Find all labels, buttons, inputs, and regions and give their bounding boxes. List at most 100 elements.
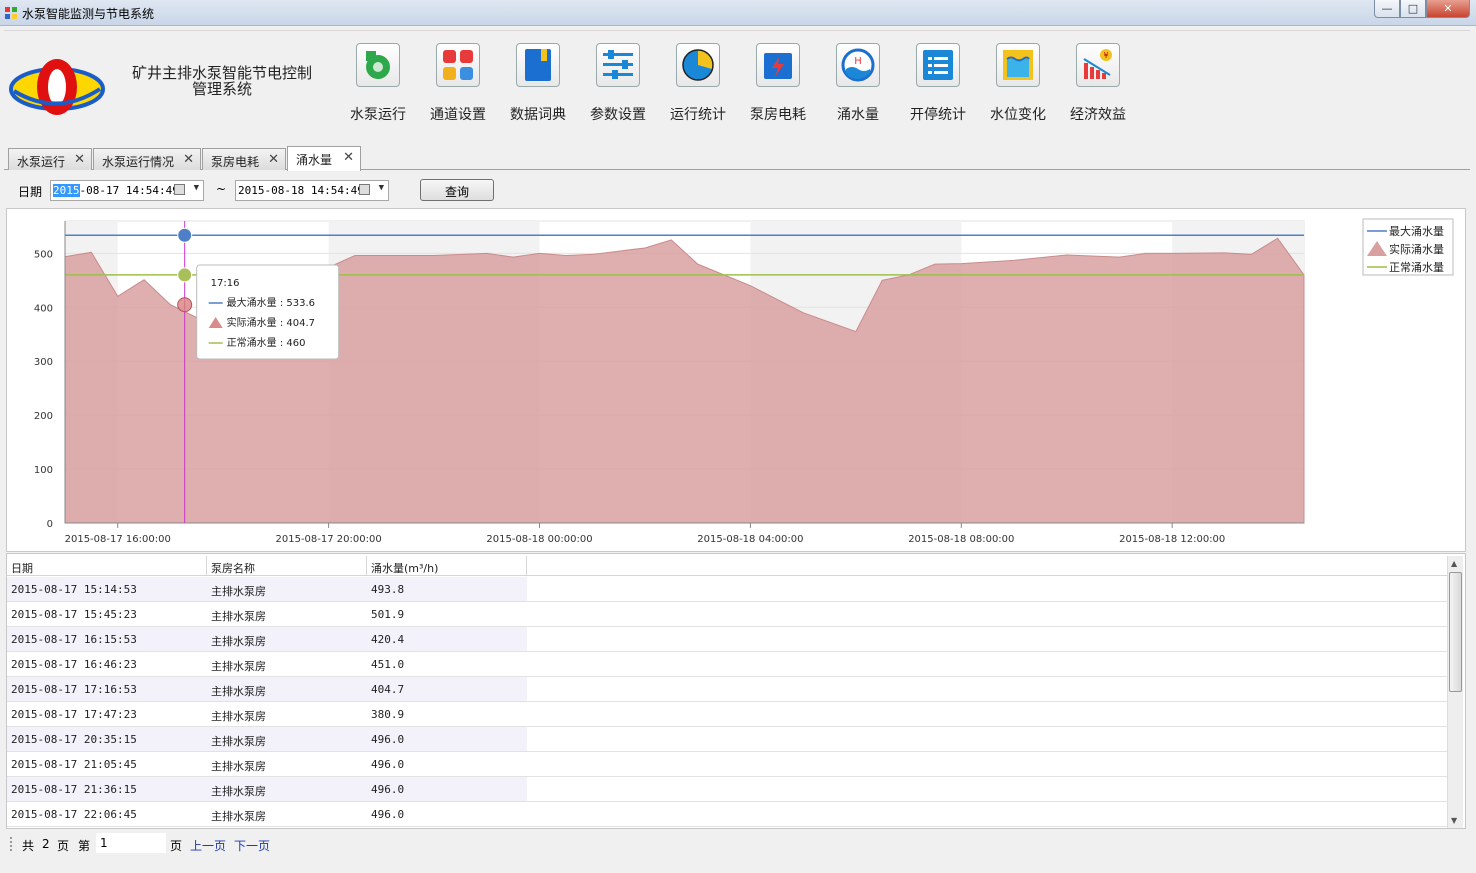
inflow-cell: 380.9: [371, 708, 405, 721]
date-cell: 2015-08-17 17:16:53: [7, 677, 207, 701]
data-grid[interactable]: 日期 泵房名称 涌水量(m³/h) 2015-08-17 15:14:53 主排水…: [6, 553, 1466, 829]
date-label: 日期: [18, 185, 43, 199]
tab-pump-run[interactable]: 水泵运行 ✕: [8, 148, 92, 170]
scroll-down-icon[interactable]: ▼: [1451, 816, 1457, 825]
toolbar-label: 泵房电耗: [750, 107, 806, 123]
table-row[interactable]: 2015-08-17 21:36:15 主排水泵房 496.0: [7, 777, 1447, 802]
sliders-icon: [596, 43, 640, 87]
scrollbar-thumb[interactable]: [1449, 572, 1462, 692]
list-icon: [916, 43, 960, 87]
pump-icon: [356, 43, 400, 87]
table-row[interactable]: 2015-08-17 16:46:23 主排水泵房 451.0: [7, 652, 1447, 677]
legend-label: 最大涌水量: [1389, 224, 1444, 238]
app-icon: [5, 7, 17, 19]
pump-room-cell: 主排水泵房: [207, 577, 367, 601]
table-row[interactable]: 2015-08-17 15:14:53 主排水泵房 493.8: [7, 577, 1447, 602]
toolbar-water-level[interactable]: 水位变化: [980, 41, 1060, 131]
table-row[interactable]: 2015-08-17 17:16:53 主排水泵房 404.7: [7, 677, 1447, 702]
hover-marker-actual: [177, 297, 193, 313]
pump-room-cell: 主排水泵房: [211, 760, 266, 773]
x-tick-label: 2015-08-17 16:00:00: [65, 534, 171, 545]
close-icon[interactable]: ✕: [74, 152, 85, 167]
inflow-cell: 496.0: [367, 727, 527, 751]
close-button[interactable]: ✕: [1426, 0, 1470, 18]
y-tick-label: 400: [34, 303, 53, 314]
close-icon[interactable]: ✕: [343, 150, 354, 165]
prev-page-link[interactable]: 上一页: [190, 837, 226, 854]
toolbar-label: 水泵运行: [350, 107, 406, 123]
calendar-icon[interactable]: [174, 184, 185, 195]
grid-rows: 2015-08-17 15:14:53 主排水泵房 493.8 2015-08-17 …: [7, 577, 1447, 827]
date-cell: 2015-08-17 21:05:45: [11, 758, 137, 771]
table-row[interactable]: 2015-08-17 20:35:15 主排水泵房 496.0: [7, 727, 1447, 752]
start-date-picker[interactable]: 2015-08-17 14:54:49 ▼: [50, 180, 204, 201]
next-page-link[interactable]: 下一页: [234, 837, 270, 854]
toolbar-label: 通道设置: [430, 107, 486, 123]
inflow-cell: 493.8: [367, 577, 527, 601]
inflow-cell: 420.4: [367, 627, 527, 651]
current-page-input[interactable]: 1: [96, 833, 166, 853]
table-row[interactable]: 2015-08-17 17:47:23 主排水泵房 380.9: [7, 702, 1447, 727]
toolbar-start-stop-statistics[interactable]: 开停统计: [900, 41, 980, 131]
toolbar-label: 水位变化: [990, 107, 1046, 123]
table-row[interactable]: 2015-08-17 21:05:45 主排水泵房 496.0: [7, 752, 1447, 777]
toolbar-economic-benefit[interactable]: ¥ 经济效益: [1060, 41, 1140, 131]
toolbar-label: 数据词典: [510, 107, 566, 123]
tab-label: 水泵运行: [17, 155, 66, 169]
inflow-cell: 451.0: [371, 658, 405, 671]
dropdown-arrow-icon[interactable]: ▼: [194, 183, 199, 193]
toolbar-parameter-settings[interactable]: 参数设置: [580, 41, 660, 131]
date-cell: 2015-08-17 16:46:23: [11, 658, 137, 671]
table-row[interactable]: 2015-08-17 16:15:53 主排水泵房 420.4: [7, 627, 1447, 652]
inflow-cell: 496.0: [367, 777, 527, 801]
water-meter-icon: H: [836, 43, 880, 87]
close-icon[interactable]: ✕: [183, 152, 194, 167]
toolbar-data-dictionary[interactable]: 数据词典: [500, 41, 580, 131]
date-range-separator: ~: [216, 182, 227, 196]
column-header-pump-room[interactable]: 泵房名称: [207, 556, 367, 575]
toolbar-label: 涌水量: [837, 107, 879, 123]
legend-label: 正常涌水量: [1389, 261, 1444, 274]
power-icon: [756, 43, 800, 87]
date-cell: 2015-08-17 20:35:15: [7, 727, 207, 751]
dropdown-arrow-icon[interactable]: ▼: [379, 183, 384, 193]
toolbar-channel-settings[interactable]: 通道设置: [420, 41, 500, 131]
pump-room-cell: 主排水泵房: [211, 610, 266, 623]
toolbar-run-statistics[interactable]: 运行统计: [660, 41, 740, 131]
pump-room-cell: 主排水泵房: [207, 727, 367, 751]
pager-page-word: 页: [170, 839, 183, 853]
table-row[interactable]: 2015-08-17 15:45:23 主排水泵房 501.9: [7, 602, 1447, 627]
toolbar-power-consumption[interactable]: 泵房电耗: [740, 41, 820, 131]
water-inflow-chart[interactable]: 0 100 200 300 400 500 2015-08-17 16:00:00 2015-…: [7, 209, 1465, 551]
inflow-cell: 404.7: [367, 677, 527, 701]
minimize-button[interactable]: —: [1374, 0, 1400, 18]
tab-pump-run-status[interactable]: 水泵运行情况 ✕: [93, 148, 201, 170]
query-button[interactable]: 查询: [420, 179, 494, 201]
tab-label: 泵房电耗: [211, 155, 260, 169]
vertical-scrollbar[interactable]: ▲ ▼: [1447, 556, 1463, 828]
table-row[interactable]: 2015-08-17 22:06:45 主排水泵房 496.0: [7, 802, 1447, 827]
close-icon[interactable]: ✕: [268, 152, 279, 167]
x-tick-label: 2015-08-18 04:00:00: [697, 534, 803, 545]
y-tick-label: 200: [34, 411, 53, 422]
date-cell: 2015-08-17 16:15:53: [7, 627, 207, 651]
inflow-cell: 496.0: [371, 808, 405, 821]
channel-grid-icon: [436, 43, 480, 87]
toolbar-water-inflow[interactable]: H 涌水量: [820, 41, 900, 131]
tab-water-inflow[interactable]: 涌水量 ✕: [287, 146, 361, 171]
pump-room-cell: 主排水泵房: [211, 660, 266, 673]
tab-power-consumption[interactable]: 泵房电耗 ✕: [202, 148, 286, 170]
calendar-icon[interactable]: [359, 184, 370, 195]
start-date-rest: -08-17 14:54:49: [79, 184, 179, 197]
hover-marker-max: [177, 227, 193, 243]
main-toolbar: 水泵运行 通道设置 数据词典 参数设置 运行统计 泵房电耗 H 涌水量 开停统计…: [340, 41, 1140, 131]
toolbar-pump-run[interactable]: 水泵运行: [340, 41, 420, 131]
scroll-up-icon[interactable]: ▲: [1451, 559, 1457, 568]
tooltip-row: 最大涌水量 : 533.6: [227, 296, 315, 309]
column-header-inflow[interactable]: 涌水量(m³/h): [367, 556, 527, 575]
end-date-picker[interactable]: 2015-08-18 14:54:49 ▼: [235, 180, 389, 201]
column-header-date[interactable]: 日期: [7, 556, 207, 575]
maximize-button[interactable]: □: [1400, 0, 1426, 18]
tooltip-row: 实际涌水量 : 404.7: [227, 316, 315, 329]
company-logo: [9, 59, 105, 115]
